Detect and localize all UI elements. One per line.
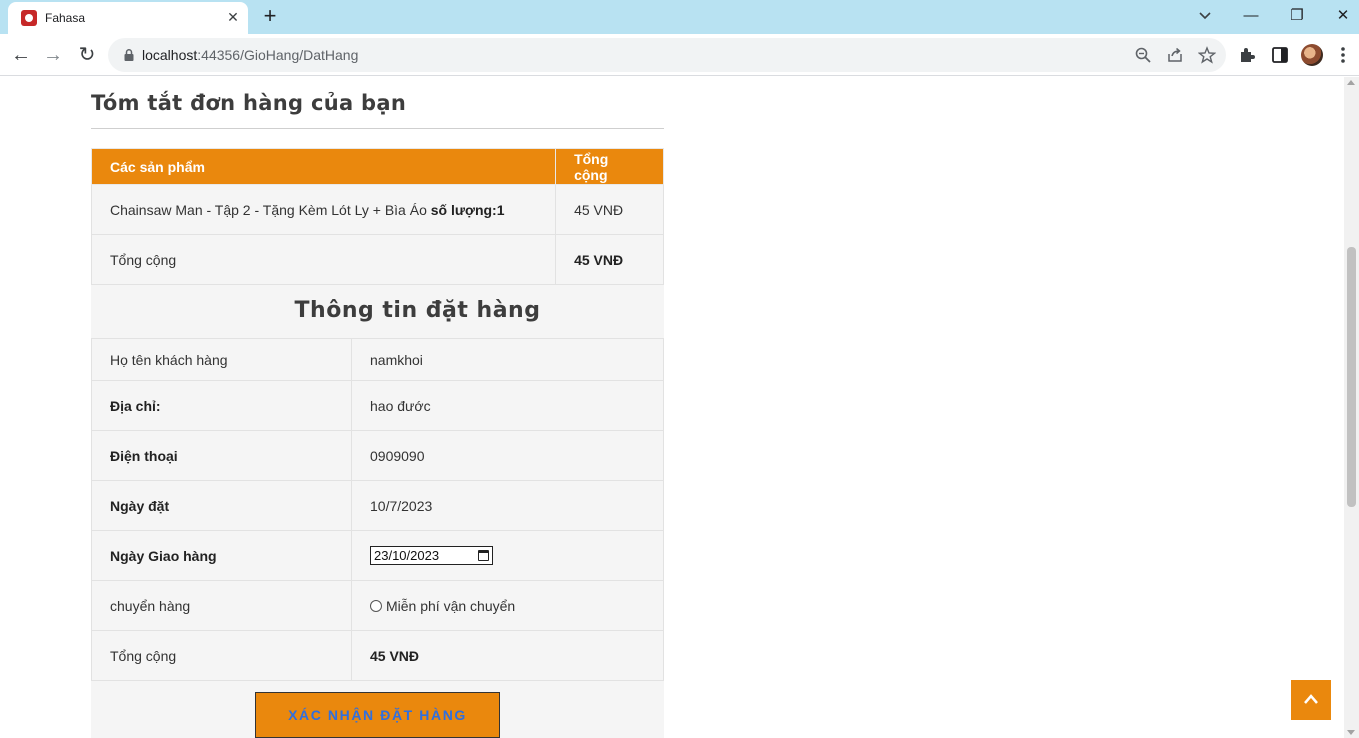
header-total: Tổng cộng [555, 148, 664, 185]
total-label: Tổng cộng [90, 234, 557, 285]
free-shipping-radio[interactable] [370, 599, 382, 612]
info-total-value: 45 VNĐ [351, 630, 664, 681]
zoom-icon[interactable] [1134, 46, 1152, 64]
browser-tab[interactable]: Fahasa ✕ [8, 2, 248, 34]
scroll-down-arrow-icon[interactable] [1347, 730, 1355, 735]
tab-title: Fahasa [45, 11, 86, 25]
shipping-cell: Miễn phí vận chuyển [351, 580, 664, 631]
order-panel: Các sản phẩm Tổng cộng Chainsaw Man - Tậ… [90, 148, 664, 738]
title-divider [91, 128, 664, 129]
profile-avatar[interactable] [1301, 44, 1323, 66]
order-summary-title: Tóm tắt đơn hàng của bạn [91, 91, 407, 115]
total-value: 45 VNĐ [555, 234, 664, 285]
delivery-date-cell: 23/10/2023 [351, 530, 664, 581]
order-summary-table: Các sản phẩm Tổng cộng Chainsaw Man - Tậ… [90, 148, 664, 285]
table-row: Điện thoại 0909090 [91, 430, 664, 481]
table-row: Chainsaw Man - Tập 2 - Tặng Kèm Lót Ly +… [90, 184, 664, 235]
address-bar[interactable]: localhost:44356/GioHang/DatHang [108, 38, 1226, 72]
product-name: Chainsaw Man - Tập 2 - Tặng Kèm Lót Ly +… [110, 201, 427, 218]
scrollbar-thumb[interactable] [1347, 247, 1356, 507]
shipping-label: chuyển hàng [91, 580, 352, 631]
reload-button[interactable]: ↻ [75, 43, 99, 67]
customer-name-label: Họ tên khách hàng [91, 338, 352, 381]
page-viewport: Tóm tắt đơn hàng của bạn Các sản phẩm Tổ… [0, 77, 1359, 738]
order-date-label: Ngày đặt [91, 480, 352, 531]
header-products: Các sản phẩm [90, 148, 557, 185]
favicon-icon [21, 10, 37, 26]
share-icon[interactable] [1166, 46, 1184, 64]
tab-search-chevron-icon[interactable] [1195, 6, 1215, 26]
delivery-date-label: Ngày Giao hàng [91, 530, 352, 581]
table-row: Tổng cộng 45 VNĐ [91, 630, 664, 681]
table-row: Ngày Giao hàng 23/10/2023 [91, 530, 664, 581]
order-info-title: Thông tin đặt hàng [294, 298, 541, 323]
address-label: Địa chỉ: [91, 380, 352, 431]
phone-value: 0909090 [351, 430, 664, 481]
back-to-top-button[interactable] [1291, 680, 1331, 720]
minimize-button[interactable]: — [1237, 4, 1265, 28]
close-tab-icon[interactable]: ✕ [224, 8, 242, 26]
side-panel-icon[interactable] [1271, 46, 1289, 64]
order-date-value: 10/7/2023 [351, 480, 664, 531]
confirm-order-button[interactable]: XÁC NHẬN ĐẶT HÀNG [255, 692, 500, 738]
table-row: Địa chỉ: hao đước [91, 380, 664, 431]
scroll-up-arrow-icon[interactable] [1347, 80, 1355, 85]
chevron-up-icon [1304, 694, 1318, 704]
back-button[interactable]: ← [9, 43, 33, 67]
delivery-date-input[interactable]: 23/10/2023 [370, 546, 493, 565]
restore-button[interactable]: ❐ [1283, 4, 1311, 28]
table-row: Tổng cộng 45 VNĐ [90, 234, 664, 285]
product-cell: Chainsaw Man - Tập 2 - Tặng Kèm Lót Ly +… [90, 184, 557, 235]
browser-toolbar: ← → ↻ localhost:44356/GioHang/DatHang [0, 34, 1359, 76]
order-info-table: Họ tên khách hàng namkhoi Địa chỉ: hao đ… [91, 338, 664, 681]
customer-name-value: namkhoi [351, 338, 664, 381]
info-total-label: Tổng cộng [91, 630, 352, 681]
forward-button[interactable]: → [41, 43, 65, 67]
window-close-button[interactable]: ✕ [1329, 4, 1357, 28]
table-row: Họ tên khách hàng namkhoi [91, 338, 664, 381]
menu-icon[interactable] [1336, 45, 1350, 65]
phone-label: Điện thoại [91, 430, 352, 481]
extensions-icon[interactable] [1238, 46, 1256, 64]
url-text[interactable]: localhost:44356/GioHang/DatHang [142, 47, 358, 63]
address-value: hao đước [351, 380, 664, 431]
order-table-header: Các sản phẩm Tổng cộng [90, 148, 664, 185]
lock-icon [124, 49, 134, 61]
product-total: 45 VNĐ [555, 184, 664, 235]
tab-strip: Fahasa ✕ + — ❐ ✕ [0, 0, 1359, 34]
product-quantity: số lượng:1 [430, 201, 505, 218]
new-tab-button[interactable]: + [258, 4, 282, 28]
page-scrollbar[interactable] [1344, 77, 1359, 738]
calendar-icon[interactable] [478, 550, 489, 561]
table-row: Ngày đặt 10/7/2023 [91, 480, 664, 531]
table-row: chuyển hàng Miễn phí vận chuyển [91, 580, 664, 631]
free-shipping-label[interactable]: Miễn phí vận chuyển [386, 598, 515, 614]
star-icon[interactable] [1198, 46, 1216, 64]
